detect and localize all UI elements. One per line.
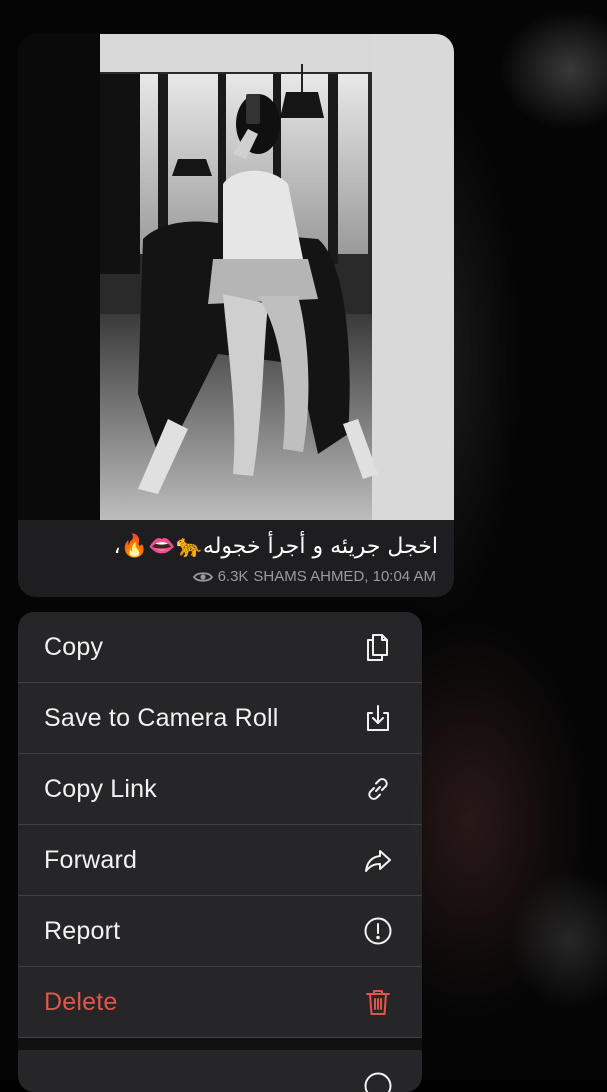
context-menu: Copy Save to Camera Roll Copy Link [18,612,422,1092]
menu-item-report[interactable]: Report [18,896,422,967]
save-download-icon [360,700,396,736]
menu-item-forward[interactable]: Forward [18,825,422,896]
link-icon [360,771,396,807]
menu-item-more[interactable] [18,1050,422,1092]
message-meta: 6.3K SHAMS AHMED, 10:04 AM [193,568,436,585]
menu-item-label: Report [44,917,120,946]
menu-item-label: Copy [44,633,103,662]
menu-item-copy[interactable]: Copy [18,612,422,683]
message-photo[interactable] [18,34,454,520]
message-caption: اخجل جريئه و أجرأ خجوله🐆👄🔥، [34,532,438,562]
menu-item-delete[interactable]: Delete [18,967,422,1038]
copy-icon [360,629,396,665]
menu-section-divider [18,1038,422,1050]
author-and-time: SHAMS AHMED, 10:04 AM [253,568,436,585]
report-exclamation-icon [360,913,396,949]
trash-icon [360,984,396,1020]
forward-arrow-icon [360,842,396,878]
menu-item-copy-link[interactable]: Copy Link [18,754,422,825]
menu-item-label: Save to Camera Roll [44,704,278,733]
menu-item-label: Delete [44,988,117,1017]
message-bubble[interactable]: اخجل جريئه و أجرأ خجوله🐆👄🔥، 6.3K SHAMS A… [18,34,454,597]
eye-icon [193,570,213,584]
menu-item-save-to-camera-roll[interactable]: Save to Camera Roll [18,683,422,754]
menu-item-label: Copy Link [44,775,157,804]
view-count: 6.3K [218,568,249,585]
menu-item-label: Forward [44,846,137,875]
